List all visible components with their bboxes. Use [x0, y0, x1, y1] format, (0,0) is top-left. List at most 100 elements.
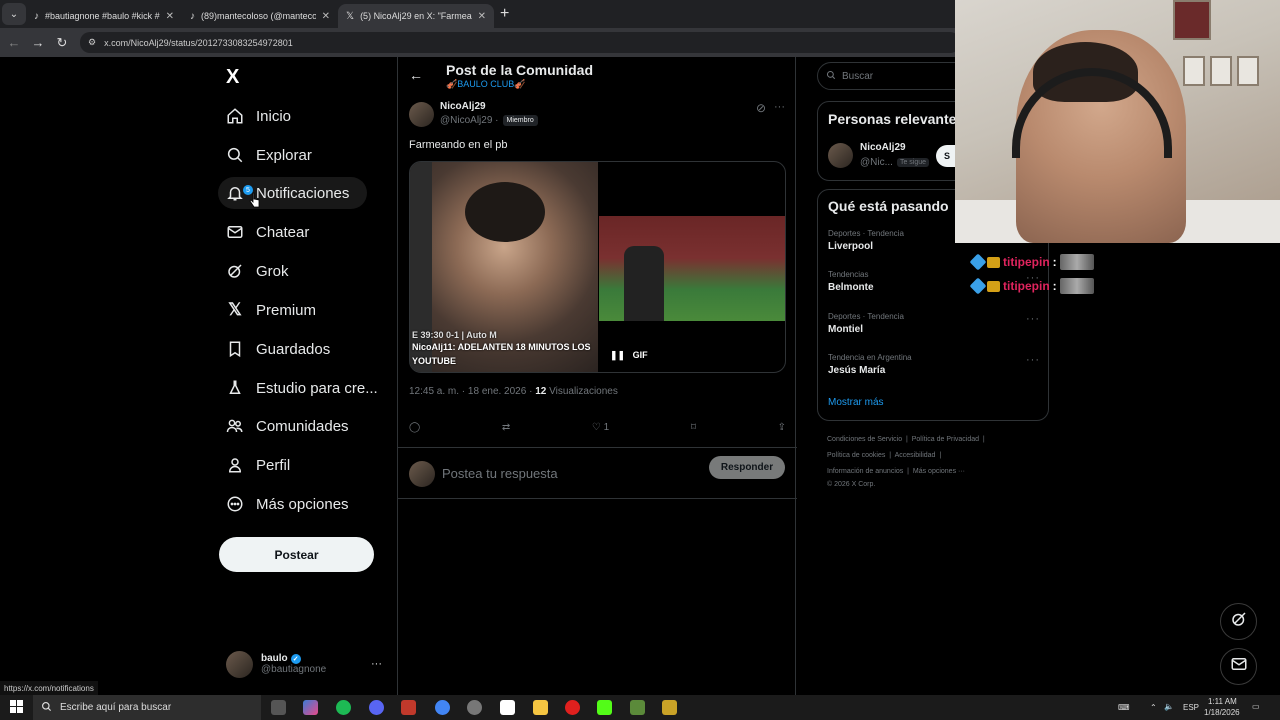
- main-column: ← Post de la Comunidad 🎻BAULO CLUB🎻 Nico…: [397, 57, 797, 695]
- nav-item-premium[interactable]: 𝕏 Premium: [218, 294, 316, 326]
- file-explorer-icon[interactable]: [533, 700, 548, 715]
- footer-link[interactable]: Información de anuncios: [827, 468, 903, 475]
- show-more-link[interactable]: Mostrar más: [828, 397, 884, 408]
- author-handle[interactable]: @NicoAlj29 ·: [440, 115, 499, 126]
- reply-input[interactable]: Postea tu respuesta: [442, 466, 558, 481]
- url-field[interactable]: ⚙ x.com/NicoAlj29/status/201273308325497…: [80, 32, 960, 53]
- nav-label: Perfil: [256, 456, 291, 474]
- bookmark-icon[interactable]: ⌑: [691, 422, 696, 433]
- new-tab-button[interactable]: +: [500, 5, 509, 23]
- trend-item[interactable]: Deportes · Tendencia Liverpool: [828, 229, 904, 252]
- nav-label: Premium: [256, 301, 317, 319]
- reply-button[interactable]: Responder: [709, 456, 785, 479]
- footer-link[interactable]: Condiciones de Servicio: [827, 436, 902, 443]
- footer-link[interactable]: Política de Privacidad: [912, 436, 979, 443]
- trend-item[interactable]: Tendencias Belmonte: [828, 270, 874, 293]
- diamond-badge-icon: [969, 277, 987, 295]
- reply-icon[interactable]: ◯: [409, 422, 420, 433]
- more-icon[interactable]: ···: [774, 101, 785, 113]
- app-icon[interactable]: [467, 700, 482, 715]
- mail-icon: [1230, 655, 1248, 678]
- post-media[interactable]: E 39:30 0-1 | Auto M NicoAlj11: ADELANTE…: [409, 161, 786, 373]
- x-logo[interactable]: X: [226, 66, 239, 89]
- x-icon: 𝕏: [228, 300, 242, 319]
- notification-center-icon[interactable]: ▭: [1252, 702, 1260, 711]
- avatar[interactable]: [828, 143, 853, 168]
- footer-link[interactable]: Política de cookies: [827, 452, 885, 459]
- app-icon[interactable]: [630, 700, 645, 715]
- forward-icon[interactable]: →: [26, 35, 50, 50]
- more-icon[interactable]: ···: [1026, 313, 1040, 325]
- tiktok-icon: ♪: [34, 10, 39, 22]
- gif-controls[interactable]: ❚❚ GIF: [610, 350, 648, 361]
- tab-close-icon[interactable]: ✕: [322, 11, 330, 22]
- bookmark-icon: [226, 340, 244, 358]
- footer-link[interactable]: Más opciones ···: [913, 468, 965, 475]
- wall-poster: [1183, 56, 1205, 86]
- reload-icon[interactable]: ↻: [50, 35, 74, 51]
- discord-icon[interactable]: [369, 700, 384, 715]
- nav-item-grok[interactable]: Grok: [218, 255, 289, 287]
- nav-item-mas-opciones[interactable]: Más opciones: [218, 488, 349, 520]
- more-icon[interactable]: ···: [1026, 354, 1040, 366]
- app-icon[interactable]: [401, 700, 416, 715]
- nav-item-comunidades[interactable]: Comunidades: [218, 410, 349, 442]
- more-icon[interactable]: ···: [371, 658, 382, 670]
- diamond-badge-icon: [969, 253, 987, 271]
- post-timestamp[interactable]: 12:45 a. m. · 18 ene. 2026 ·: [409, 386, 532, 397]
- nav-item-guardados[interactable]: Guardados: [218, 333, 330, 365]
- windows-start-icon[interactable]: [10, 700, 23, 713]
- footer-link[interactable]: Accesibilidad: [895, 452, 936, 459]
- language-indicator[interactable]: ESP: [1183, 703, 1199, 712]
- author-avatar[interactable]: [409, 102, 434, 127]
- browser-tab-3[interactable]: 𝕏 (5) NicoAlj29 en X: "Farmeando ✕: [338, 4, 494, 28]
- tab-close-icon[interactable]: ✕: [478, 11, 486, 22]
- repost-icon[interactable]: ⇄: [502, 422, 510, 433]
- clock-date[interactable]: 1/18/2026: [1204, 708, 1240, 717]
- grok-icon[interactable]: ⊘: [756, 101, 766, 115]
- site-info-icon[interactable]: ⚙: [88, 37, 96, 48]
- tab-search-button[interactable]: ⌄: [2, 3, 26, 25]
- grok-fab[interactable]: [1220, 603, 1257, 640]
- share-icon[interactable]: ⇪: [778, 422, 786, 433]
- back-arrow-icon[interactable]: ←: [409, 67, 423, 83]
- volume-icon[interactable]: 🔈: [1164, 702, 1174, 711]
- pause-icon[interactable]: ❚❚: [610, 350, 625, 360]
- spotify-icon[interactable]: [336, 700, 351, 715]
- like-button[interactable]: ♡ 1: [592, 422, 609, 433]
- nav-item-estudio[interactable]: Estudio para cre...: [218, 372, 378, 404]
- app-icon[interactable]: [662, 700, 677, 715]
- mouse-cursor-icon: [249, 192, 260, 208]
- tab-close-icon[interactable]: ✕: [166, 11, 174, 22]
- nav-item-inicio[interactable]: Inicio: [218, 100, 291, 132]
- nav-item-notificaciones[interactable]: 5 Notificaciones: [218, 177, 368, 209]
- tray-expand-icon[interactable]: ⌃: [1150, 703, 1157, 712]
- browser-tab-1[interactable]: ♪ #bautiagnone #baulo #kick #cl ✕: [26, 4, 182, 28]
- task-view-icon[interactable]: [271, 700, 286, 715]
- chrome-icon[interactable]: [435, 700, 450, 715]
- search-input[interactable]: Buscar: [817, 62, 977, 90]
- account-switcher[interactable]: baulo ✓ @bautiagnone ···: [226, 648, 386, 680]
- kick-icon[interactable]: [597, 700, 612, 715]
- browser-tab-2[interactable]: ♪ (89)mantecoloso (@mantecolo ✕: [182, 4, 338, 28]
- nav-item-chatear[interactable]: Chatear: [218, 216, 309, 248]
- author-name[interactable]: NicoAlj29: [440, 101, 486, 112]
- nav-item-explorar[interactable]: Explorar: [218, 139, 312, 171]
- copilot-icon[interactable]: [303, 700, 318, 715]
- keyboard-icon[interactable]: ⌨: [1118, 703, 1130, 712]
- community-name[interactable]: 🎻BAULO CLUB🎻: [446, 79, 525, 90]
- nav-item-perfil[interactable]: Perfil: [218, 449, 290, 481]
- post-button[interactable]: Postear: [219, 537, 374, 572]
- relevant-person-name[interactable]: NicoAlj29: [860, 142, 906, 153]
- chat-message: titipepin :: [969, 277, 1094, 295]
- back-icon[interactable]: ←: [2, 35, 26, 50]
- clock-time[interactable]: 1:11 AM: [1208, 697, 1237, 706]
- taskbar-search[interactable]: Escribe aquí para buscar: [33, 695, 261, 720]
- trend-item[interactable]: Deportes · Tendencia Montiel: [828, 312, 904, 335]
- trend-item[interactable]: Tendencia en Argentina Jesús María: [828, 353, 912, 376]
- footer-links-row-2: Política de cookies | Accesibilidad |: [827, 452, 942, 459]
- app-icon[interactable]: [500, 700, 515, 715]
- x-icon: 𝕏: [346, 10, 355, 22]
- opera-icon[interactable]: [565, 700, 580, 715]
- messages-fab[interactable]: [1220, 648, 1257, 685]
